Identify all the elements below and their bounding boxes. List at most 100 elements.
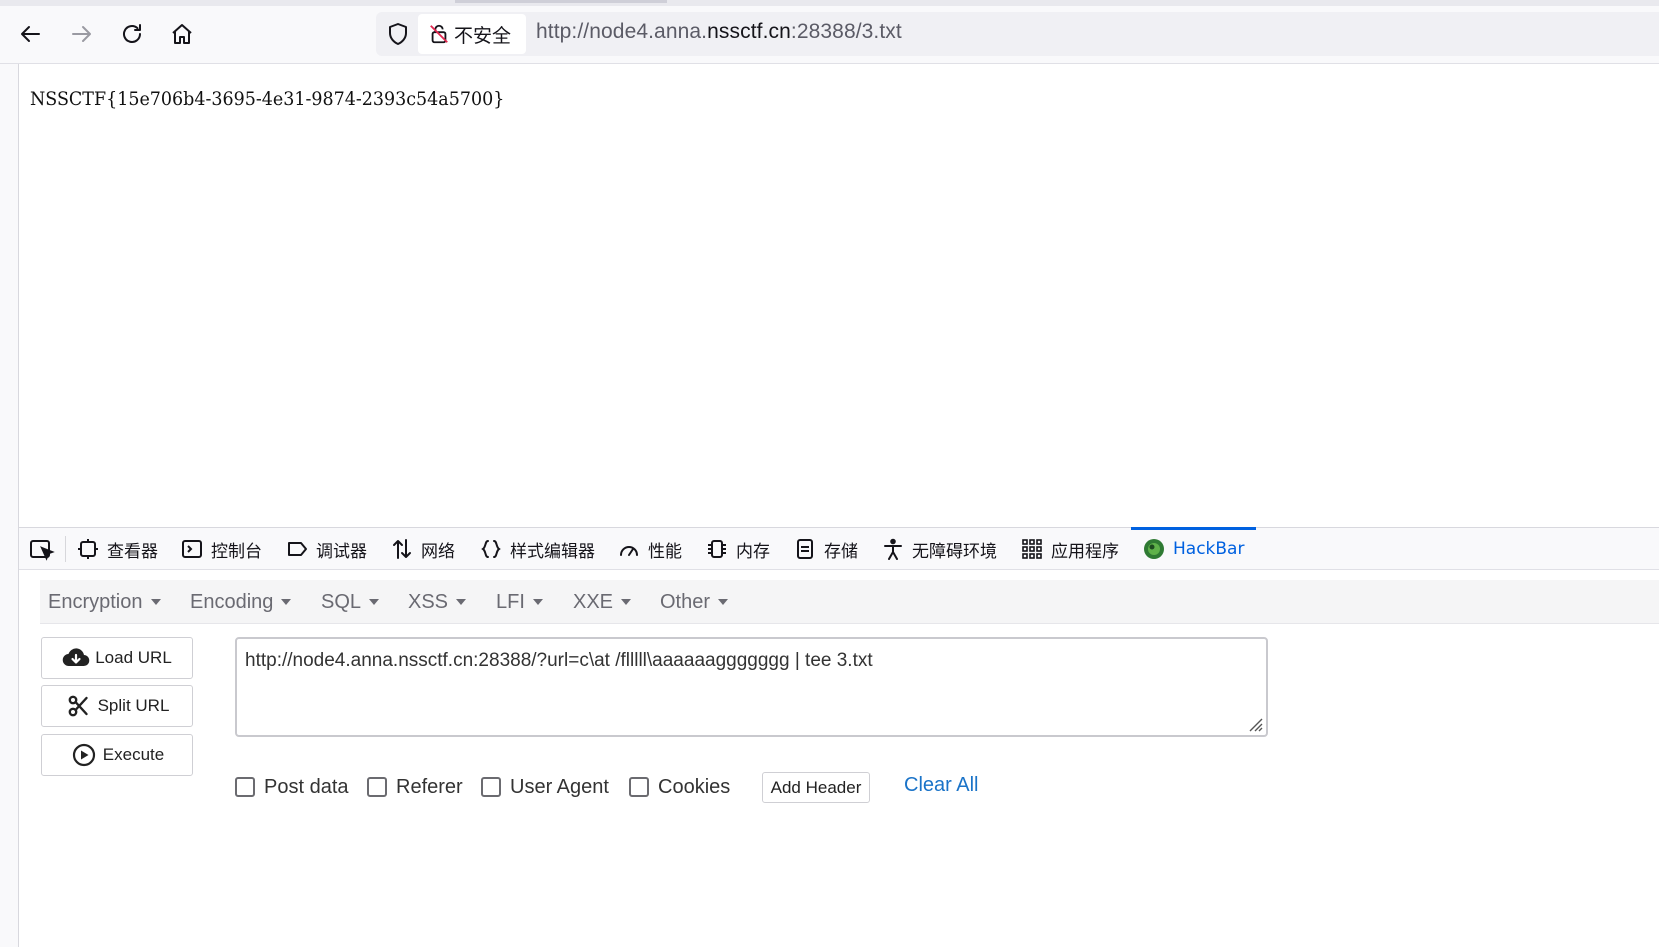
url-textarea-value: http://node4.anna.nssctf.cn:28388/?url=c… xyxy=(245,650,873,671)
back-button[interactable] xyxy=(11,14,51,54)
menu-label: LFI xyxy=(496,590,525,613)
add-header-button[interactable]: Add Header xyxy=(762,772,870,803)
menu-label: Encoding xyxy=(190,590,274,613)
url-text[interactable]: http://node4.anna.nssctf.cn:28388/3.txt xyxy=(536,20,902,44)
tab-label: 应用程序 xyxy=(1051,541,1119,562)
back-arrow-icon xyxy=(21,26,40,42)
menu-label: Encryption xyxy=(48,590,143,613)
tab-label: 内存 xyxy=(736,541,770,562)
referer-option[interactable]: Referer xyxy=(367,771,463,803)
tab-application[interactable]: 应用程序 xyxy=(1021,528,1119,570)
referer-checkbox[interactable] xyxy=(367,777,387,797)
tab-separator xyxy=(65,536,66,562)
site-security-button[interactable]: 不安全 xyxy=(418,14,526,54)
clear-all-link[interactable]: Clear All xyxy=(904,774,978,797)
devtools-tab-bar: 查看器 控制台 调试器 网络 样式编辑器 性能 内存 存储 无障碍环境 应用程序… xyxy=(19,527,1659,570)
caret-down-icon xyxy=(281,599,292,605)
tab-label: 调试器 xyxy=(316,541,367,562)
execute-button[interactable]: Execute xyxy=(41,734,193,776)
tab-debugger[interactable]: 调试器 xyxy=(286,528,367,570)
tab-label: HackBar xyxy=(1173,539,1245,559)
caret-down-icon xyxy=(718,599,729,605)
tracking-protection-button[interactable] xyxy=(384,20,412,48)
active-tab-edge[interactable] xyxy=(455,0,667,3)
storage-icon xyxy=(797,539,813,559)
network-icon xyxy=(393,539,411,559)
menu-xxe[interactable]: XXE xyxy=(573,580,632,624)
tab-label: 存储 xyxy=(824,541,858,562)
accessibility-icon xyxy=(884,538,902,560)
hackbar-menu-bar: Encryption Encoding SQL XSS LFI XXE Othe… xyxy=(40,580,1659,624)
menu-label: XSS xyxy=(408,590,449,613)
tab-hackbar[interactable]: HackBar xyxy=(1130,527,1257,570)
tab-inspector[interactable]: 查看器 xyxy=(77,528,158,570)
forward-button[interactable] xyxy=(61,14,101,54)
option-label: Referer xyxy=(396,775,463,798)
tab-label: 性能 xyxy=(648,541,682,562)
menu-encoding[interactable]: Encoding xyxy=(190,580,292,624)
menu-label: SQL xyxy=(321,590,362,613)
menu-encryption[interactable]: Encryption xyxy=(48,580,161,624)
menu-lfi[interactable]: LFI xyxy=(496,580,543,624)
button-label: Load URL xyxy=(95,648,172,667)
home-button[interactable] xyxy=(162,14,202,54)
application-icon xyxy=(1022,539,1042,559)
option-label: User Agent xyxy=(510,775,609,798)
page-content: NSSCTF{15e706b4-3695-4e31-9874-2393c54a5… xyxy=(18,64,1659,527)
user-agent-option[interactable]: User Agent xyxy=(481,771,609,803)
menu-xss[interactable]: XSS xyxy=(408,580,467,624)
cookies-option[interactable]: Cookies xyxy=(629,771,730,803)
resize-handle-icon[interactable] xyxy=(1245,714,1263,732)
menu-other[interactable]: Other xyxy=(660,580,729,624)
caret-down-icon xyxy=(150,599,161,605)
tab-storage[interactable]: 存储 xyxy=(794,528,858,570)
hackbar-icon xyxy=(1144,539,1164,559)
security-label: 不安全 xyxy=(454,24,512,47)
console-icon xyxy=(182,540,202,558)
home-icon xyxy=(172,24,192,44)
cookies-checkbox[interactable] xyxy=(629,777,649,797)
page-body-text: NSSCTF{15e706b4-3695-4e31-9874-2393c54a5… xyxy=(30,88,505,110)
tab-accessibility[interactable]: 无障碍环境 xyxy=(882,528,997,570)
url-host: nssctf.cn xyxy=(707,20,791,43)
menu-label: Other xyxy=(660,590,711,613)
tab-memory[interactable]: 内存 xyxy=(706,528,770,570)
tab-strip xyxy=(0,0,1659,6)
tab-network[interactable]: 网络 xyxy=(391,528,455,570)
tab-label: 控制台 xyxy=(211,541,262,562)
forward-arrow-icon xyxy=(72,26,91,42)
browser-toolbar: 不安全 http://node4.anna.nssctf.cn:28388/3.… xyxy=(0,0,1659,64)
load-url-button[interactable]: Load URL xyxy=(41,637,193,679)
caret-down-icon xyxy=(456,599,467,605)
tab-label: 样式编辑器 xyxy=(510,541,595,562)
tab-console[interactable]: 控制台 xyxy=(181,528,262,570)
devtools-panel: 查看器 控制台 调试器 网络 样式编辑器 性能 内存 存储 无障碍环境 应用程序… xyxy=(18,527,1659,947)
user-agent-checkbox[interactable] xyxy=(481,777,501,797)
tab-label: 查看器 xyxy=(107,541,158,562)
post-data-checkbox[interactable] xyxy=(235,777,255,797)
caret-down-icon xyxy=(369,599,380,605)
insecure-lock-icon xyxy=(430,24,448,44)
url-prefix: http://node4.anna. xyxy=(536,20,708,43)
menu-sql[interactable]: SQL xyxy=(321,580,380,624)
split-url-button[interactable]: Split URL xyxy=(41,685,193,727)
play-circle-icon xyxy=(72,743,95,767)
style-editor-icon xyxy=(481,540,501,558)
option-label: Post data xyxy=(264,775,349,798)
memory-icon xyxy=(708,540,726,558)
tab-style-editor[interactable]: 样式编辑器 xyxy=(480,528,595,570)
option-label: Cookies xyxy=(658,775,731,798)
url-suffix: :28388/3.txt xyxy=(790,20,902,43)
menu-label: XXE xyxy=(573,590,614,613)
tab-performance[interactable]: 性能 xyxy=(618,528,682,570)
debugger-icon xyxy=(288,542,307,556)
hackbar-url-textarea[interactable]: http://node4.anna.nssctf.cn:28388/?url=c… xyxy=(235,637,1268,737)
element-picker-icon[interactable] xyxy=(29,538,55,562)
reload-button[interactable] xyxy=(112,14,152,54)
performance-icon xyxy=(620,546,638,556)
tab-label: 网络 xyxy=(421,541,455,562)
scissors-icon xyxy=(68,695,88,717)
post-data-option[interactable]: Post data xyxy=(235,771,349,803)
tab-label: 无障碍环境 xyxy=(912,541,997,562)
button-label: Execute xyxy=(102,745,165,764)
